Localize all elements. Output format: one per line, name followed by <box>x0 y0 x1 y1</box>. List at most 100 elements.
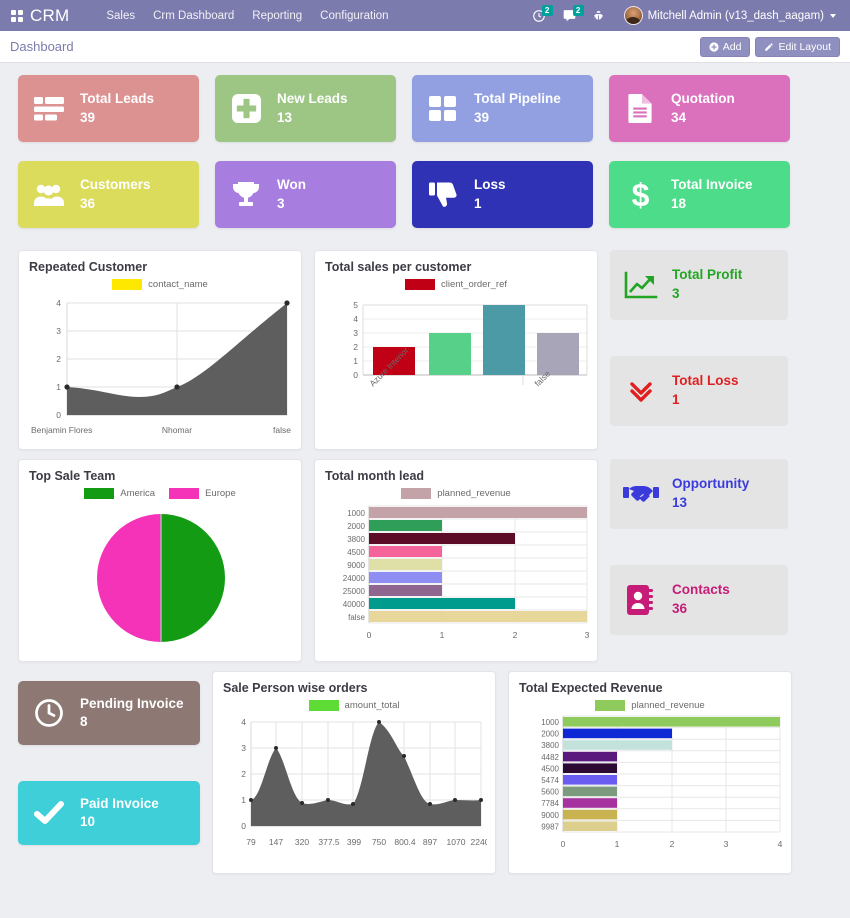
edit-layout-button[interactable]: Edit Layout <box>755 36 840 57</box>
svg-text:897: 897 <box>423 837 437 847</box>
kpi-card-loss[interactable]: Loss 1 <box>412 161 593 228</box>
kpi-card-total-invoice[interactable]: $ Total Invoice 18 <box>609 161 790 228</box>
chart-legend: client_order_ref <box>325 279 587 290</box>
stat-card-opportunity[interactable]: Opportunity 13 <box>610 459 788 529</box>
kpi-value: 8 <box>80 714 88 729</box>
svg-text:2240: 2240 <box>471 837 487 847</box>
app-brand-title[interactable]: CRM <box>30 6 69 26</box>
menu-item-sales[interactable]: Sales <box>97 4 144 28</box>
legend-item: contact_name <box>112 279 208 290</box>
legend-item: amount_total <box>308 700 400 711</box>
edit-layout-button-label: Edit Layout <box>778 40 831 53</box>
svg-text:3: 3 <box>56 326 61 336</box>
avatar <box>623 6 643 25</box>
kpi-card-customers[interactable]: Customers 36 <box>18 161 199 228</box>
thumbs-down-icon <box>426 182 460 208</box>
svg-text:2: 2 <box>56 354 61 364</box>
svg-text:4500: 4500 <box>541 764 559 773</box>
card-total-sales-per-customer: Total sales per customer client_order_re… <box>314 250 598 450</box>
legend-label: amount_total <box>344 700 400 711</box>
kpi-card-paid-invoice[interactable]: Paid Invoice 10 <box>18 781 200 845</box>
activities-menu[interactable]: 2 <box>526 4 553 23</box>
control-panel: Dashboard Add Edit Layout <box>0 31 850 63</box>
chart-legend: America Europe <box>29 488 291 499</box>
legend-item: client_order_ref <box>404 279 507 290</box>
legend-label: client_order_ref <box>440 279 507 290</box>
apps-grid-icon[interactable] <box>0 9 30 22</box>
user-menu[interactable]: Mitchell Admin (v13_dash_aagam) <box>614 6 842 25</box>
svg-text:2000: 2000 <box>347 522 365 531</box>
svg-text:1: 1 <box>241 795 246 805</box>
chart-hbar-total-month-lead[interactable]: 1000 2000 3800 4500 9000 24000 25000 400… <box>325 502 590 657</box>
main-menu: Sales Crm Dashboard Reporting Configurat… <box>97 4 397 28</box>
kpi-card-won[interactable]: Won 3 <box>215 161 396 228</box>
svg-text:4500: 4500 <box>347 548 365 557</box>
kpi-card-total-pipeline[interactable]: Total Pipeline 39 <box>412 75 593 142</box>
card-total-expected-revenue: Total Expected Revenue planned_revenue 1… <box>508 671 792 874</box>
kpi-card-quotation[interactable]: Quotation 34 <box>609 75 790 142</box>
card-sale-person-wise-orders: Sale Person wise orders amount_total 4 3… <box>212 671 496 874</box>
clock-icon <box>32 698 66 728</box>
svg-text:750: 750 <box>372 837 386 847</box>
svg-text:3800: 3800 <box>541 741 559 750</box>
chart-up-icon <box>622 271 660 299</box>
kpi-card-pending-invoice[interactable]: Pending Invoice 8 <box>18 681 200 745</box>
card-total-month-lead: Total month lead planned_revenue 1000 20… <box>314 459 598 662</box>
menu-item-configuration[interactable]: Configuration <box>311 4 397 28</box>
svg-text:320: 320 <box>295 837 309 847</box>
add-button-label: Add <box>722 40 742 53</box>
chart-pie-top-sale-team[interactable] <box>29 502 293 654</box>
kpi-card-new-leads[interactable]: New Leads 13 <box>215 75 396 142</box>
svg-text:1000: 1000 <box>541 718 559 727</box>
svg-text:79: 79 <box>246 837 256 847</box>
legend-label: planned_revenue <box>437 488 511 499</box>
legend-label: Europe <box>205 488 236 499</box>
svg-text:5: 5 <box>353 300 358 310</box>
svg-text:0: 0 <box>353 370 358 380</box>
card-title: Total month lead <box>325 469 425 483</box>
svg-text:2: 2 <box>241 769 246 779</box>
svg-text:false: false <box>273 425 291 435</box>
svg-text:0: 0 <box>56 410 61 420</box>
check-icon <box>32 800 66 826</box>
legend-swatch <box>112 279 143 290</box>
svg-text:Nhomar: Nhomar <box>162 425 192 435</box>
stat-value: 3 <box>672 286 680 301</box>
menu-item-crm-dashboard[interactable]: Crm Dashboard <box>144 4 243 28</box>
stat-card-contacts[interactable]: Contacts 36 <box>610 565 788 635</box>
kpi-title: Quotation <box>671 91 735 107</box>
kpi-card-total-leads[interactable]: Total Leads 39 <box>18 75 199 142</box>
chart-area-sale-person-wise-orders[interactable]: 4 3 2 1 0 79 147 320 377.5 399 750 800.4… <box>223 714 489 869</box>
stat-card-total-profit[interactable]: Total Profit 3 <box>610 250 788 320</box>
legend-label: America <box>120 488 156 499</box>
double-chevron-down-icon <box>622 378 660 404</box>
svg-text:3: 3 <box>353 328 358 338</box>
svg-text:$: $ <box>631 179 649 211</box>
svg-text:false: false <box>348 613 365 622</box>
pencil-icon <box>765 42 774 51</box>
svg-text:0: 0 <box>367 630 372 640</box>
svg-text:2: 2 <box>670 839 675 849</box>
kpi-title: New Leads <box>277 91 348 107</box>
svg-text:2: 2 <box>513 630 518 640</box>
users-icon <box>32 183 66 207</box>
stat-card-total-loss[interactable]: Total Loss 1 <box>610 356 788 426</box>
bug-debug-icon[interactable] <box>587 9 610 22</box>
svg-text:1: 1 <box>56 382 61 392</box>
document-icon <box>623 94 657 123</box>
chart-bar-total-sales-per-customer[interactable]: 5 4 3 2 1 0 Azure Interior false <box>325 293 589 445</box>
messages-menu[interactable]: 2 <box>556 4 584 23</box>
grid-squares-icon <box>426 95 460 122</box>
breadcrumb[interactable]: Dashboard <box>10 39 74 54</box>
kpi-title: Loss <box>474 177 506 193</box>
svg-text:2000: 2000 <box>541 730 559 739</box>
svg-text:800.4: 800.4 <box>394 837 416 847</box>
add-button[interactable]: Add <box>699 36 751 57</box>
svg-text:24000: 24000 <box>343 574 366 583</box>
kpi-value: 18 <box>671 195 687 211</box>
chart-area-repeated-customer[interactable]: 4 3 2 1 0 Benjamin Flores Nhomar false <box>29 293 293 445</box>
chart-hbar-total-expected-revenue[interactable]: 1000 2000 3800 4482 4500 5474 5600 7784 … <box>519 714 783 869</box>
svg-text:4: 4 <box>353 314 358 324</box>
kpi-value: 13 <box>277 109 293 125</box>
menu-item-reporting[interactable]: Reporting <box>243 4 311 28</box>
